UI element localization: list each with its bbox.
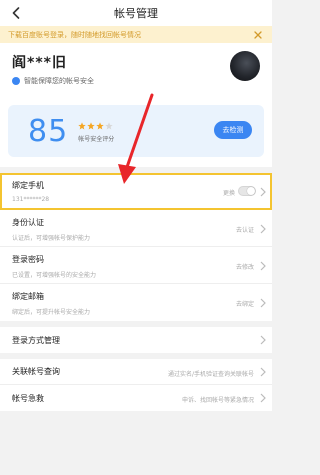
chevron-right-icon [260, 261, 266, 271]
avatar[interactable] [230, 51, 260, 81]
security-score-card: 85 帐号安全评分 去检测 [8, 105, 264, 157]
login-settings-list: 登录方式管理 [0, 327, 272, 353]
row-title: 登录密码 [12, 255, 44, 264]
row-subtitle: 131******28 [12, 196, 50, 203]
chevron-right-icon [260, 224, 266, 234]
recheck-button[interactable]: 去检测 [214, 121, 252, 139]
row-title: 关联帐号查询 [12, 367, 60, 376]
notice-close-button[interactable] [252, 29, 264, 41]
row-subtitle: 已设置，可增强帐号的安全能力 [12, 272, 97, 279]
list-item-login-methods[interactable]: 登录方式管理 [0, 327, 272, 353]
row-status: 申诉、找回帐号等紧急情况 [181, 397, 254, 404]
star-filled-icon [78, 122, 86, 130]
list-item-bind-email[interactable]: 绑定邮箱 绑定后，可提升帐号安全能力 去绑定 [0, 284, 272, 321]
account-management-page: 帐号管理 下载百度账号登录，随时随地找回帐号情况 阎***旧 智能保障您的帐号安… [0, 0, 272, 475]
profile-name: 阎***旧 [12, 55, 67, 71]
row-title: 绑定邮箱 [12, 292, 44, 301]
chevron-right-icon [260, 393, 266, 403]
row-status: 去绑定 [235, 301, 254, 308]
chevron-right-icon [260, 298, 266, 308]
row-title: 登录方式管理 [12, 335, 60, 345]
row-status: 去修改 [235, 264, 254, 271]
star-empty-icon [105, 122, 113, 130]
close-icon [254, 30, 262, 39]
nav-bar: 帐号管理 [0, 0, 272, 26]
profile-section: 阎***旧 智能保障您的帐号安全 [0, 43, 272, 97]
associated-accounts-list: 关联帐号查询 通过实名/手机验证查询关联帐号 帐号急救 申诉、找回帐号等紧急情况 [0, 359, 272, 411]
score-label: 帐号安全评分 [78, 136, 115, 143]
star-filled-icon [87, 122, 95, 130]
page-title: 帐号管理 [114, 7, 158, 20]
profile-subtitle: 智能保障您的帐号安全 [12, 76, 260, 86]
profile-desc: 智能保障您的帐号安全 [24, 77, 94, 85]
chevron-right-icon [260, 187, 266, 197]
row-status: 通过实名/手机验证查询关联帐号 [167, 371, 254, 378]
back-button[interactable] [6, 3, 26, 23]
row-subtitle: 认证后，可增强帐号保护能力 [12, 235, 91, 242]
chevron-right-icon [260, 335, 266, 345]
security-settings-list: 绑定手机 131******28 更换 身份认证 认证后，可增强帐号保护能力 去… [0, 173, 272, 321]
row-status: 去认证 [235, 227, 254, 234]
score-stars [78, 121, 114, 131]
list-item-linked-accounts[interactable]: 关联帐号查询 通过实名/手机验证查询关联帐号 [0, 359, 272, 385]
chevron-right-icon [260, 367, 266, 377]
list-item-login-password[interactable]: 登录密码 已设置，可增强帐号的安全能力 去修改 [0, 247, 272, 284]
score-info: 帐号安全评分 [78, 121, 114, 143]
row-subtitle: 绑定后，可提升帐号安全能力 [12, 309, 91, 316]
notice-text: 下载百度账号登录，随时随地找回帐号情况 [8, 30, 141, 39]
row-title: 帐号急救 [12, 393, 44, 403]
phone-toggle[interactable] [238, 186, 256, 196]
star-filled-icon [96, 122, 104, 130]
list-item-bind-phone[interactable]: 绑定手机 131******28 更换 [0, 173, 272, 210]
chevron-left-icon [12, 7, 20, 19]
list-item-identity-auth[interactable]: 身份认证 认证后，可增强帐号保护能力 去认证 [0, 210, 272, 247]
row-title: 身份认证 [12, 218, 44, 227]
security-score-value: 85 [28, 113, 69, 149]
notice-bar[interactable]: 下载百度账号登录，随时随地找回帐号情况 [0, 26, 272, 43]
shield-icon [12, 77, 20, 85]
row-status: 更换 [222, 190, 235, 197]
security-score-section: 85 帐号安全评分 去检测 [0, 97, 272, 167]
list-item-account-rescue[interactable]: 帐号急救 申诉、找回帐号等紧急情况 [0, 385, 272, 411]
